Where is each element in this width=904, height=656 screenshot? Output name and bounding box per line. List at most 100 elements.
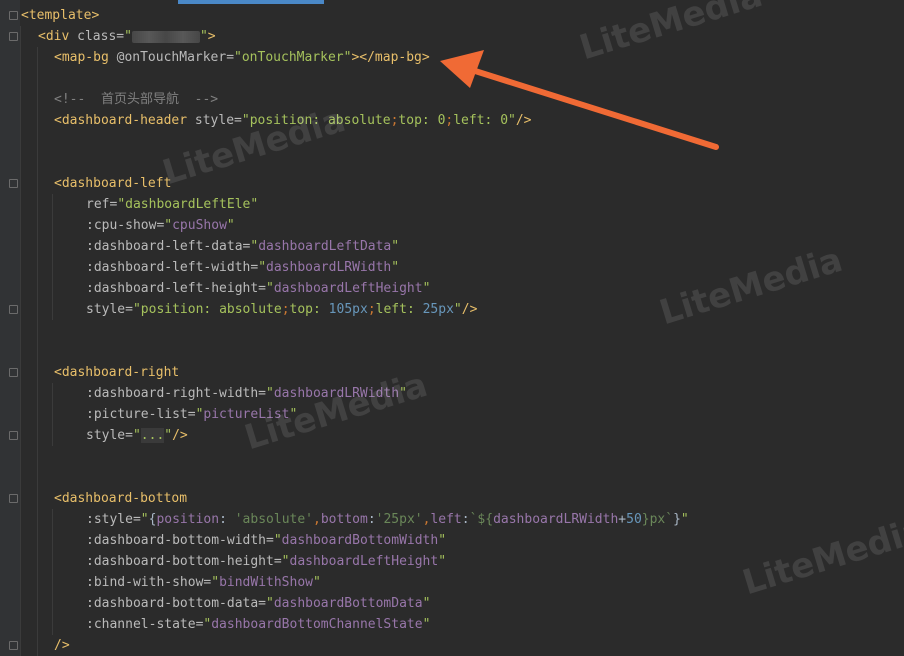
fold-marker[interactable] (9, 641, 18, 650)
colon: : (367, 512, 376, 527)
code-line: style="position: absolute;top: 105px;lef… (86, 299, 477, 320)
fold-marker[interactable] (9, 368, 18, 377)
code-line: <div class=" "> (38, 26, 216, 47)
indent-guide (52, 383, 53, 446)
attr-quote: " (391, 239, 400, 254)
attr-quote: " (226, 218, 235, 233)
attr-quote: " (453, 302, 462, 317)
map-bg-tag: <map-bg (54, 50, 117, 65)
attr-quote: " (508, 113, 516, 128)
folded-value[interactable]: ... (140, 428, 165, 443)
binding-expression: cpuShow (172, 218, 227, 233)
fold-marker[interactable] (9, 494, 18, 503)
binding-expression: dashboardLRWidth (493, 512, 619, 527)
self-close: /> (461, 302, 478, 317)
attr-quote: " (422, 596, 431, 611)
fold-marker[interactable] (9, 179, 18, 188)
indent-guide (52, 509, 53, 635)
css-value: 105px (328, 302, 368, 317)
attr-name: style= (86, 302, 133, 317)
code-line: <!-- 首页头部导航 --> (54, 89, 218, 110)
string-literal: 'absolute' (234, 512, 314, 527)
attr-quote: " (312, 575, 321, 590)
active-tab-indicator (178, 0, 324, 4)
attr-name: :channel-state= (86, 617, 204, 632)
code-line: :dashboard-left-data="dashboardLeftData" (86, 236, 399, 257)
attr-quote: " (266, 386, 274, 401)
attr-name: ref= (86, 197, 118, 212)
attr-value: "dashboardLeftEle" (117, 197, 259, 212)
attr-quote: " (273, 533, 282, 548)
attr-quote: " (391, 260, 400, 275)
object-key: left (430, 512, 462, 527)
css-semicolon: ; (281, 302, 290, 317)
operator: + (618, 512, 627, 527)
attr-quote: " (258, 260, 267, 275)
code-line: <dashboard-bottom (54, 488, 187, 509)
code-line: :dashboard-bottom-height="dashboardLeftH… (86, 551, 446, 572)
watermark: LiteMedia (655, 239, 847, 334)
code-line: /> (54, 635, 70, 656)
css-prop: left (375, 302, 407, 317)
binding-expression: dashboardLeftHeight (273, 281, 423, 296)
css-colon: : (421, 113, 438, 128)
attr-name: :dashboard-bottom-width= (86, 533, 274, 548)
fold-marker[interactable] (9, 32, 18, 41)
css-value: 0 (500, 113, 509, 128)
tag-bracket: > (207, 29, 216, 44)
attr-name: style= (194, 113, 242, 128)
attr-quote: " (241, 113, 250, 128)
css-prop: top (289, 302, 314, 317)
colon: : (461, 512, 470, 527)
binding-expression: dashboardBottomData (273, 596, 423, 611)
attr-name: @onTouchMarker= (116, 50, 235, 65)
code-line: :cpu-show="cpuShow" (86, 215, 235, 236)
attr-quote: " (266, 281, 274, 296)
fold-marker[interactable] (9, 305, 18, 314)
attr-name: :dashboard-left-data= (86, 239, 251, 254)
brace: } (673, 512, 681, 527)
attr-quote: " (281, 554, 290, 569)
dashboard-header-tag: <dashboard-header (54, 113, 195, 128)
attr-quote: " (438, 533, 447, 548)
code-line: <dashboard-left (54, 173, 171, 194)
css-colon: : (406, 302, 423, 317)
attr-name: :dashboard-bottom-height= (86, 554, 282, 569)
indent-guide (20, 26, 21, 656)
attr-value: "onTouchMarker" (234, 50, 352, 65)
colon: : (219, 512, 235, 527)
css-prop: top (398, 113, 422, 128)
binding-expression: dashboardLeftData (258, 239, 392, 254)
fold-marker[interactable] (9, 11, 18, 20)
object-key: position (156, 512, 220, 527)
code-line: <dashboard-right (54, 362, 179, 383)
code-line: :style="{position: 'absolute',bottom:'25… (86, 509, 689, 530)
attr-quote: " (211, 575, 220, 590)
attr-quote: " (199, 29, 208, 44)
dashboard-left-tag: <dashboard-left (54, 176, 172, 191)
code-line: :dashboard-bottom-width="dashboardBottom… (86, 530, 446, 551)
number-literal: 50 (626, 512, 642, 527)
attr-quote: " (266, 596, 274, 611)
comma: , (313, 512, 321, 527)
dashboard-right-tag: <dashboard-right (54, 365, 180, 380)
attr-quote: " (422, 281, 431, 296)
attr-quote: " (680, 512, 689, 527)
fold-marker[interactable] (9, 431, 18, 440)
dashboard-bottom-tag: <dashboard-bottom (54, 491, 188, 506)
template-tag: <template> (21, 8, 100, 23)
template-literal: `${ (469, 512, 494, 527)
div-tag: <div (38, 29, 78, 44)
attr-name: :dashboard-right-width= (86, 386, 267, 401)
css-prop: left (453, 113, 485, 128)
attr-name: :cpu-show= (86, 218, 165, 233)
indent-guide (52, 194, 53, 320)
css-colon: : (484, 113, 501, 128)
html-comment: <!-- 首页头部导航 --> (54, 92, 219, 107)
self-close: /> (515, 113, 532, 128)
code-line: style="..."/> (86, 425, 188, 446)
code-line: :bind-with-show="bindWithShow" (86, 572, 321, 593)
attr-quote: " (132, 428, 141, 443)
editor-gutter (0, 0, 20, 656)
code-line: ref="dashboardLeftEle" (86, 194, 258, 215)
